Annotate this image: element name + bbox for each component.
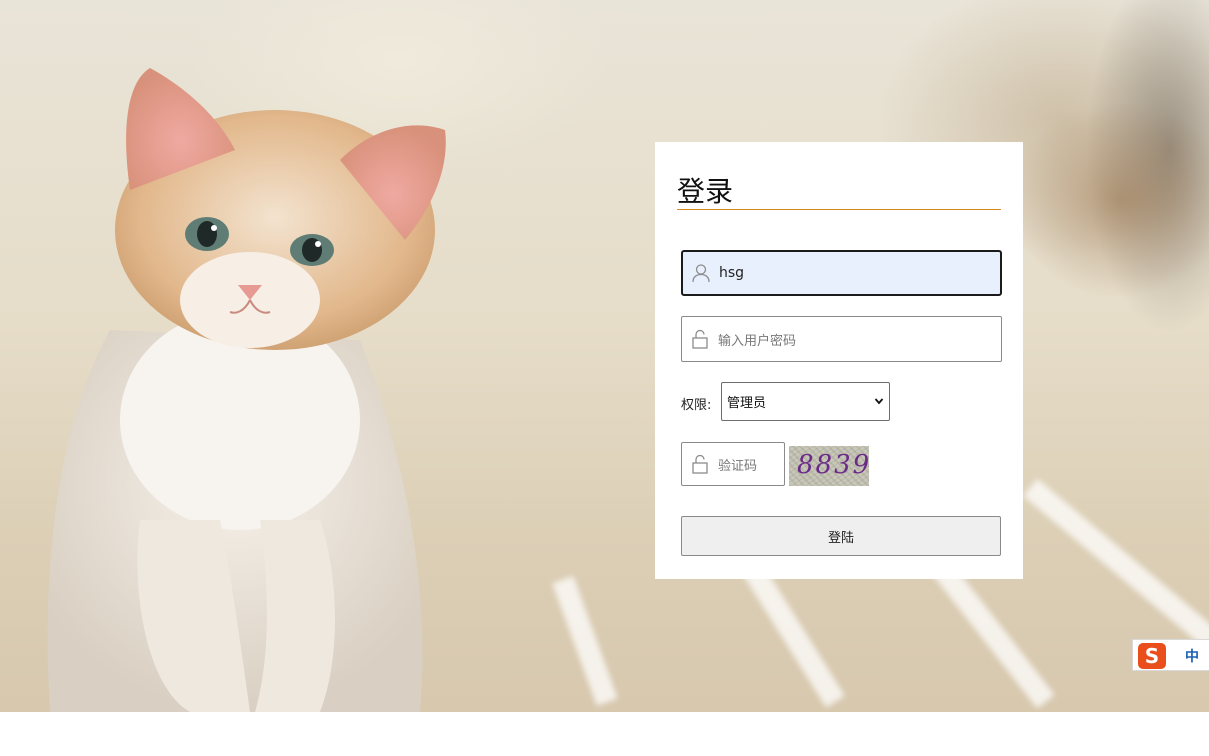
captcha-text: 8839 (797, 450, 869, 480)
captcha-input[interactable]: 验证码 (681, 442, 785, 486)
permission-select[interactable]: 管理员 (721, 382, 890, 421)
login-button[interactable]: 登陆 (681, 516, 1001, 556)
username-input[interactable]: hsg (681, 250, 1002, 296)
bottom-blank-area (0, 712, 1209, 756)
ime-toolbar[interactable]: S 中 (1132, 639, 1209, 671)
ime-mode-indicator[interactable]: 中 (1185, 646, 1199, 666)
lock-icon (692, 454, 708, 474)
light-stripe (552, 576, 618, 706)
light-stripe (1023, 479, 1209, 663)
password-placeholder: 输入用户密码 (718, 333, 797, 349)
username-value: hsg (719, 265, 745, 281)
lock-icon (692, 329, 708, 349)
password-input[interactable]: 输入用户密码 (681, 316, 1002, 362)
captcha-image[interactable]: 8839 (789, 446, 869, 486)
permission-selected-value: 管理员 (727, 396, 767, 411)
captcha-placeholder: 验证码 (718, 458, 758, 474)
background-image (0, 0, 1209, 712)
permission-label: 权限: (681, 398, 712, 413)
kitten-photo (47, 68, 446, 712)
login-title: 登录 (677, 175, 734, 208)
sogou-logo-icon[interactable]: S (1138, 643, 1166, 669)
user-icon (692, 264, 710, 283)
chevron-down-icon (874, 398, 884, 405)
title-divider (677, 209, 1001, 210)
login-card: 登录 hsg 输入用户密码 权限: 管理员 验证码 8839 登陆 (655, 142, 1023, 579)
